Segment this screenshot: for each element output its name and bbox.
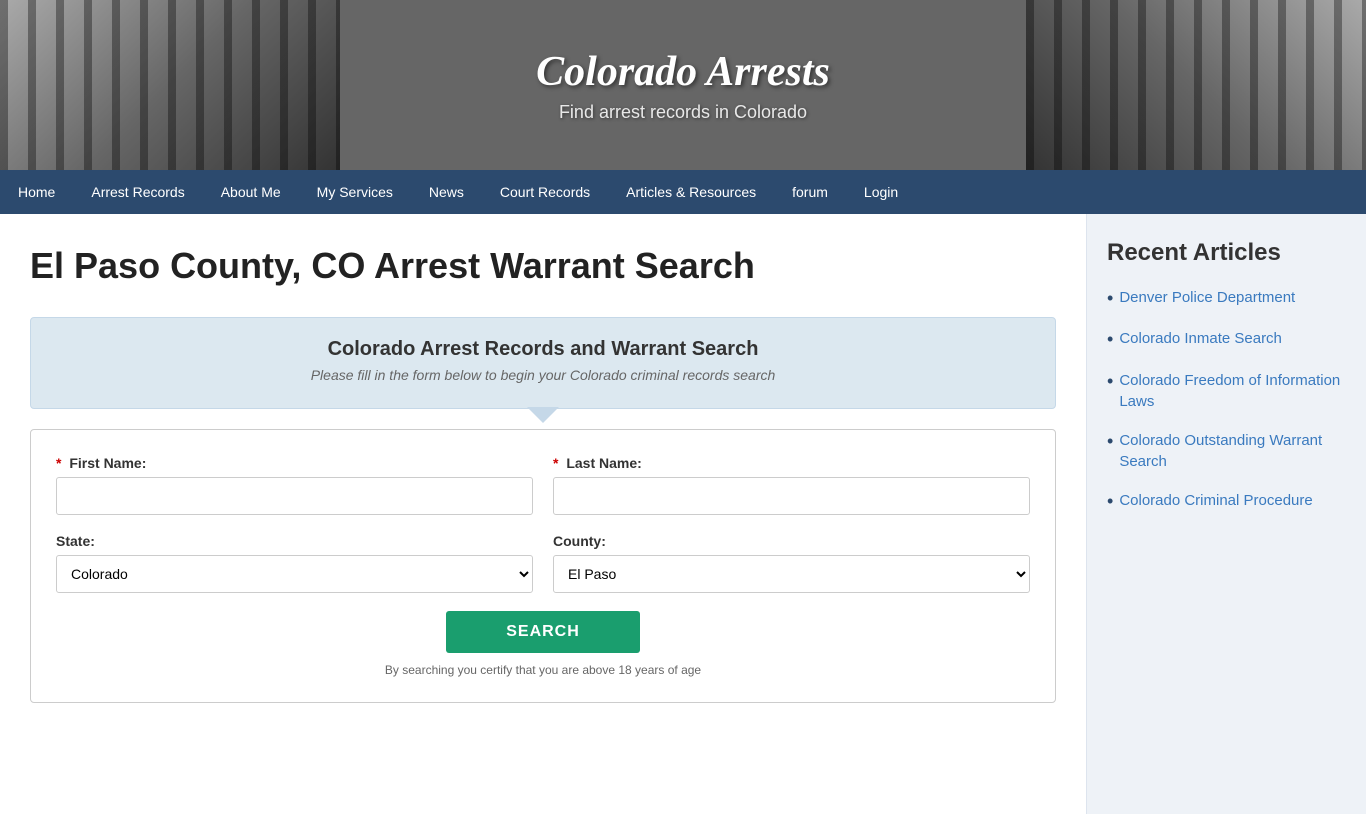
nav-item-arrest-records[interactable]: Arrest Records xyxy=(73,170,202,214)
certify-text: By searching you certify that you are ab… xyxy=(56,663,1030,677)
site-title: Colorado Arrests xyxy=(536,48,830,96)
county-group: County: El Paso Adams Arapahoe Boulder D… xyxy=(553,533,1030,593)
list-item: • Colorado Inmate Search xyxy=(1107,328,1346,351)
sidebar-link-freedom-info[interactable]: Colorado Freedom of Information Laws xyxy=(1119,370,1346,412)
first-name-required-star: * xyxy=(56,455,61,471)
nav-item-home[interactable]: Home xyxy=(0,170,73,214)
sidebar-link-inmate-search[interactable]: Colorado Inmate Search xyxy=(1119,328,1282,349)
county-select[interactable]: El Paso Adams Arapahoe Boulder Denver Je… xyxy=(553,555,1030,593)
county-label: County: xyxy=(553,533,1030,549)
last-name-required-star: * xyxy=(553,455,558,471)
first-name-label: * First Name: xyxy=(56,455,533,471)
search-box-subtitle: Please fill in the form below to begin y… xyxy=(56,367,1030,383)
search-header-box: Colorado Arrest Records and Warrant Sear… xyxy=(30,317,1056,409)
list-item: • Colorado Outstanding Warrant Search xyxy=(1107,430,1346,472)
nav-item-about-me[interactable]: About Me xyxy=(203,170,299,214)
sidebar: Recent Articles • Denver Police Departme… xyxy=(1086,214,1366,814)
nav-item-articles-resources[interactable]: Articles & Resources xyxy=(608,170,774,214)
last-name-input[interactable] xyxy=(553,477,1030,515)
state-select[interactable]: Colorado Alabama Alaska Arizona Arkansas… xyxy=(56,555,533,593)
sidebar-link-denver-police[interactable]: Denver Police Department xyxy=(1119,287,1295,308)
bullet-icon: • xyxy=(1107,287,1113,310)
sidebar-link-outstanding-warrant[interactable]: Colorado Outstanding Warrant Search xyxy=(1119,430,1346,472)
search-box-title: Colorado Arrest Records and Warrant Sear… xyxy=(56,338,1030,361)
list-item: • Colorado Freedom of Information Laws xyxy=(1107,370,1346,412)
bullet-icon: • xyxy=(1107,370,1113,393)
name-row: * First Name: * Last Name: xyxy=(56,455,1030,515)
state-label: State: xyxy=(56,533,533,549)
search-button[interactable]: SEARCH xyxy=(446,611,640,653)
nav-item-forum[interactable]: forum xyxy=(774,170,846,214)
header-bg-left xyxy=(0,0,340,170)
last-name-label: * Last Name: xyxy=(553,455,1030,471)
list-item: • Denver Police Department xyxy=(1107,287,1346,310)
main-navigation: Home Arrest Records About Me My Services… xyxy=(0,170,1366,214)
first-name-group: * First Name: xyxy=(56,455,533,515)
first-name-input[interactable] xyxy=(56,477,533,515)
header-bg-right xyxy=(1026,0,1366,170)
content-area: El Paso County, CO Arrest Warrant Search… xyxy=(0,214,1086,814)
last-name-group: * Last Name: xyxy=(553,455,1030,515)
search-form-area: * First Name: * Last Name: State: xyxy=(30,429,1056,703)
search-button-row: SEARCH xyxy=(56,611,1030,653)
bullet-icon: • xyxy=(1107,328,1113,351)
header-center: Colorado Arrests Find arrest records in … xyxy=(536,48,830,123)
state-group: State: Colorado Alabama Alaska Arizona A… xyxy=(56,533,533,593)
bullet-icon: • xyxy=(1107,430,1113,453)
bullet-icon: • xyxy=(1107,490,1113,513)
sidebar-link-criminal-procedure[interactable]: Colorado Criminal Procedure xyxy=(1119,490,1312,511)
nav-item-login[interactable]: Login xyxy=(846,170,916,214)
page-title: El Paso County, CO Arrest Warrant Search xyxy=(30,244,1056,287)
recent-articles-list: • Denver Police Department • Colorado In… xyxy=(1107,287,1346,513)
main-wrapper: El Paso County, CO Arrest Warrant Search… xyxy=(0,214,1366,814)
list-item: • Colorado Criminal Procedure xyxy=(1107,490,1346,513)
nav-item-my-services[interactable]: My Services xyxy=(299,170,411,214)
sidebar-title: Recent Articles xyxy=(1107,239,1346,267)
location-row: State: Colorado Alabama Alaska Arizona A… xyxy=(56,533,1030,593)
nav-item-court-records[interactable]: Court Records xyxy=(482,170,608,214)
site-subtitle: Find arrest records in Colorado xyxy=(536,102,830,123)
nav-item-news[interactable]: News xyxy=(411,170,482,214)
site-header: Colorado Arrests Find arrest records in … xyxy=(0,0,1366,170)
